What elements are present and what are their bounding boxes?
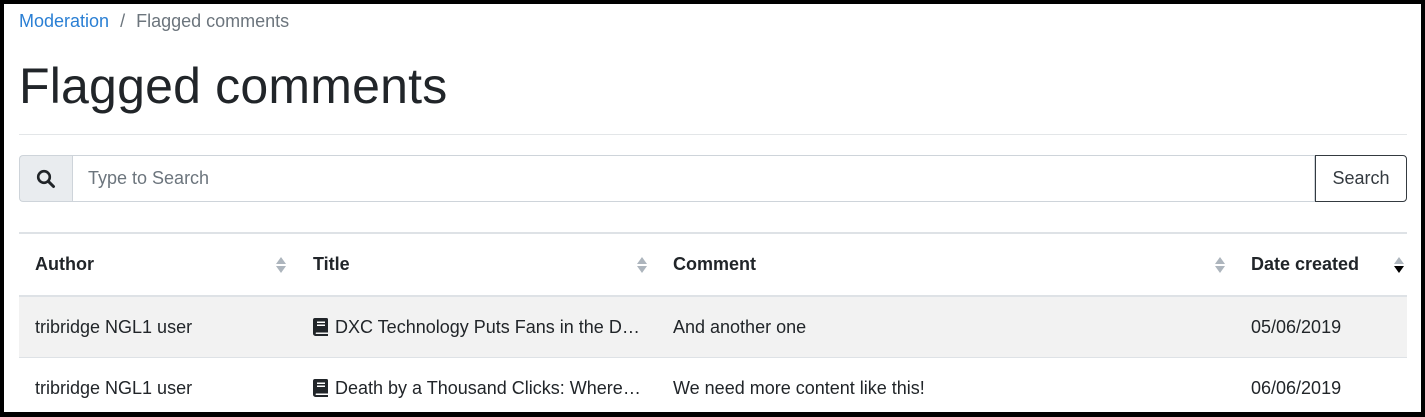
column-header-title[interactable]: Title	[297, 233, 657, 296]
column-header-label: Comment	[673, 254, 757, 274]
book-icon	[313, 318, 328, 336]
cell-author: tribridge NGL1 user	[35, 377, 193, 398]
column-header-comment[interactable]: Comment	[657, 233, 1235, 296]
cell-date-created: 06/06/2019	[1251, 377, 1342, 398]
table-row[interactable]: tribridge NGL1 user DXC Technology Puts …	[19, 297, 1407, 358]
book-icon	[313, 379, 328, 397]
cell-comment: And another one	[673, 316, 807, 337]
column-header-author[interactable]: Author	[19, 233, 297, 296]
search-button[interactable]: Search	[1315, 155, 1407, 202]
cell-title-text[interactable]: Death by a Thousand Clicks: Where Electr…	[335, 378, 643, 399]
sort-icon[interactable]	[636, 255, 648, 275]
sort-icon[interactable]	[275, 255, 287, 275]
cell-author: tribridge NGL1 user	[35, 316, 193, 337]
cell-date-created: 05/06/2019	[1251, 316, 1342, 337]
breadcrumb: Moderation / Flagged comments	[19, 9, 289, 33]
search-addon	[19, 155, 72, 202]
search-bar: Search	[19, 155, 1407, 202]
breadcrumb-separator: /	[120, 11, 126, 31]
search-input[interactable]	[72, 155, 1315, 202]
flagged-comments-table: Author Title Comment Date created tribri…	[19, 232, 1407, 417]
title-divider	[19, 134, 1407, 135]
cell-title[interactable]: DXC Technology Puts Fans in the Driver's…	[297, 317, 657, 338]
cell-title[interactable]: Death by a Thousand Clicks: Where Electr…	[297, 378, 657, 399]
table-row[interactable]: tribridge NGL1 user Death by a Thousand …	[19, 358, 1407, 417]
column-header-date-created[interactable]: Date created	[1235, 233, 1407, 296]
search-icon	[36, 169, 55, 188]
page-title: Flagged comments	[19, 58, 448, 114]
breadcrumb-link-moderation[interactable]: Moderation	[19, 9, 109, 33]
cell-title-text[interactable]: DXC Technology Puts Fans in the Driver's…	[335, 317, 643, 338]
column-header-label: Date created	[1251, 254, 1360, 274]
column-header-label: Title	[313, 254, 350, 274]
sort-icon[interactable]	[1214, 255, 1226, 275]
table-header: Author Title Comment Date created	[19, 234, 1407, 297]
sort-descending-icon[interactable]	[1393, 255, 1405, 275]
column-header-label: Author	[35, 254, 94, 274]
cell-comment: We need more content like this!	[673, 377, 925, 398]
breadcrumb-current: Flagged comments	[136, 11, 290, 31]
